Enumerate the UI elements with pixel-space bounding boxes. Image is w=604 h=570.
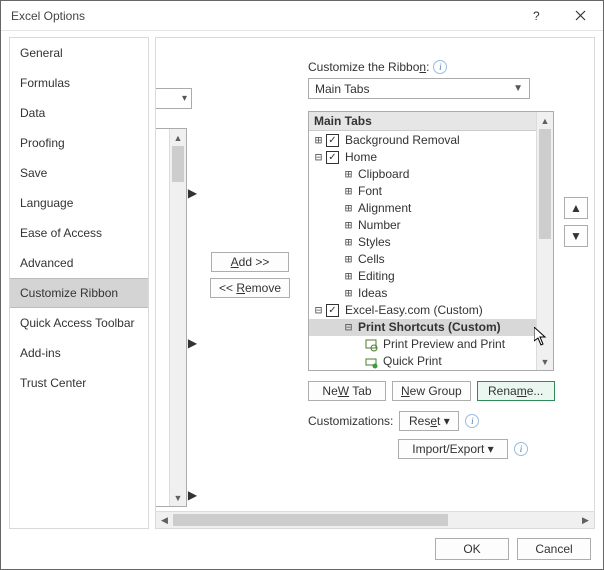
ribbon-column: Customize the Ribbon: i Main Tabs ▼ Main… [300, 38, 594, 511]
add-button[interactable]: Add >> [211, 252, 289, 272]
dialog-footer: OK Cancel [1, 529, 603, 569]
commands-scrollbar[interactable]: ▲ ▼ [169, 129, 186, 506]
nav-formulas[interactable]: Formulas [10, 68, 148, 98]
flyout-indicator-icon: ▶ [189, 485, 196, 505]
tree-header: Main Tabs [309, 112, 553, 131]
move-down-button[interactable]: ▼ [564, 225, 588, 247]
cancel-button[interactable]: Cancel [517, 538, 591, 560]
scroll-thumb[interactable] [539, 129, 551, 239]
tree-item-insert[interactable]: ⊞✓Insert [309, 370, 553, 371]
reset-button[interactable]: Reset ▾ [399, 411, 459, 431]
rename-button[interactable]: Rename... [477, 381, 555, 401]
remove-button[interactable]: << Remove [210, 278, 290, 298]
nav-add-ins[interactable]: Add-ins [10, 338, 148, 368]
horizontal-scrollbar[interactable]: ◀ ▶ [156, 511, 594, 528]
nav-customize-ribbon[interactable]: Customize Ribbon [10, 278, 148, 308]
right-panel-wrap: ▲ ▼ ▶ ▶ ▶ Add >> << Remove Customize the… [155, 37, 595, 529]
scroll-up-icon[interactable]: ▲ [537, 112, 553, 129]
nav-language[interactable]: Language [10, 188, 148, 218]
tree-item-editing[interactable]: ⊞Editing [309, 268, 553, 285]
window-title: Excel Options [11, 9, 513, 23]
tree-item-ideas[interactable]: ⊞Ideas [309, 285, 553, 302]
tree-scrollbar[interactable]: ▲ ▼ [536, 112, 553, 370]
customize-ribbon-label: Customize the Ribbon: [308, 60, 429, 74]
tree-item-font[interactable]: ⊞Font [309, 183, 553, 200]
nav-trust-center[interactable]: Trust Center [10, 368, 148, 398]
tree-item-number[interactable]: ⊞Number [309, 217, 553, 234]
help-button[interactable]: ? [513, 1, 558, 31]
commands-column-cropped: ▲ ▼ ▶ ▶ ▶ [156, 38, 200, 511]
scroll-up-icon[interactable]: ▲ [170, 129, 186, 146]
tree-item-home[interactable]: ⊟✓Home [309, 149, 553, 166]
tree-item-print-preview[interactable]: Print Preview and Print [309, 336, 553, 353]
import-export-button[interactable]: Import/Export ▾ [398, 439, 508, 459]
customizations-label: Customizations: [308, 414, 393, 428]
commands-listbox[interactable]: ▲ ▼ [155, 128, 187, 507]
move-up-button[interactable]: ▲ [564, 197, 588, 219]
nav-ease-of-access[interactable]: Ease of Access [10, 218, 148, 248]
right-panel: ▲ ▼ ▶ ▶ ▶ Add >> << Remove Customize the… [156, 38, 594, 511]
dropdown-value: Main Tabs [315, 82, 369, 96]
scroll-down-icon[interactable]: ▼ [537, 353, 553, 370]
nav-general[interactable]: General [10, 38, 148, 68]
tree-item-background-removal[interactable]: ⊞✓Background Removal [309, 132, 553, 149]
tree-item-cells[interactable]: ⊞Cells [309, 251, 553, 268]
print-preview-icon [363, 338, 379, 352]
scroll-right-icon[interactable]: ▶ [577, 515, 594, 526]
ribbon-tabs-dropdown[interactable]: Main Tabs ▼ [308, 78, 530, 99]
flyout-indicator-icon: ▶ [189, 183, 196, 203]
svg-text:?: ? [533, 10, 540, 22]
tree-item-styles[interactable]: ⊞Styles [309, 234, 553, 251]
nav-quick-access-toolbar[interactable]: Quick Access Toolbar [10, 308, 148, 338]
nav-data[interactable]: Data [10, 98, 148, 128]
ok-button[interactable]: OK [435, 538, 509, 560]
nav-save[interactable]: Save [10, 158, 148, 188]
tree-item-print-shortcuts[interactable]: ⊟Print Shortcuts (Custom) [309, 319, 553, 336]
chevron-down-icon: ▼ [513, 83, 523, 94]
category-list: General Formulas Data Proofing Save Lang… [9, 37, 149, 529]
info-icon[interactable]: i [433, 60, 447, 74]
flyout-indicator-icon: ▶ [189, 333, 196, 353]
scroll-thumb[interactable] [173, 514, 448, 526]
info-icon[interactable]: i [514, 442, 528, 456]
tree-item-excel-easy[interactable]: ⊟✓Excel-Easy.com (Custom) [309, 302, 553, 319]
tree-item-quick-print[interactable]: Quick Print [309, 353, 553, 370]
choose-commands-dropdown[interactable] [155, 88, 192, 109]
titlebar: Excel Options ? [1, 1, 603, 31]
tree-item-alignment[interactable]: ⊞Alignment [309, 200, 553, 217]
info-icon[interactable]: i [465, 414, 479, 428]
nav-proofing[interactable]: Proofing [10, 128, 148, 158]
scroll-left-icon[interactable]: ◀ [156, 515, 173, 526]
tree-item-clipboard[interactable]: ⊞Clipboard [309, 166, 553, 183]
close-button[interactable] [558, 1, 603, 31]
scroll-down-icon[interactable]: ▼ [170, 489, 186, 506]
new-tab-button[interactable]: NeW Tab [308, 381, 386, 401]
quick-print-icon [363, 355, 379, 369]
nav-advanced[interactable]: Advanced [10, 248, 148, 278]
dialog-content: General Formulas Data Proofing Save Lang… [1, 31, 603, 529]
add-remove-group: Add >> << Remove [200, 38, 300, 511]
scroll-thumb[interactable] [172, 146, 184, 182]
new-group-button[interactable]: New Group [392, 381, 471, 401]
ribbon-tree[interactable]: Main Tabs ⊞✓Background Removal ⊟✓Home ⊞C… [308, 111, 554, 371]
